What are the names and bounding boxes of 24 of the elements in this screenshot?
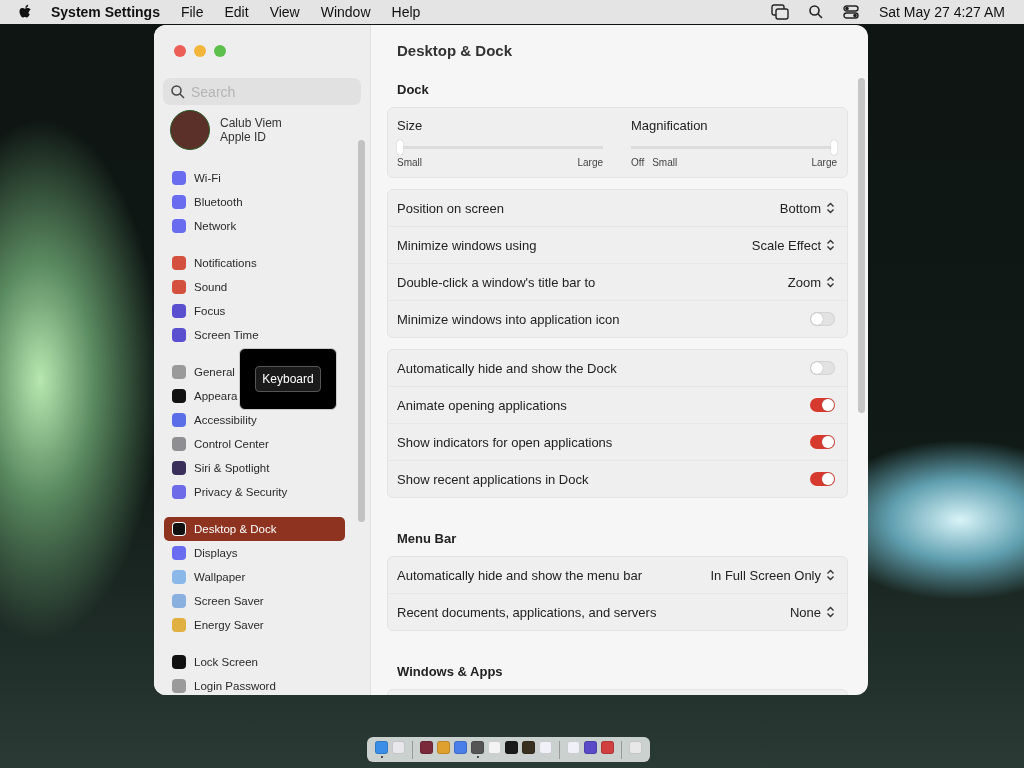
setting-label: Show indicators for open applications	[397, 434, 613, 450]
setting-label: Automatically hide and show the menu bar	[397, 567, 642, 583]
tick-label: Small	[397, 157, 422, 168]
slider-label: Magnification	[631, 118, 709, 133]
section-heading: Menu Bar	[396, 530, 458, 548]
setting-label: Position on screen	[397, 200, 504, 216]
tick-label: Large	[577, 157, 603, 168]
tick-label: Large	[811, 157, 837, 168]
account-name: Calub Viem	[220, 116, 282, 130]
section-heading: Windows & Apps	[396, 663, 504, 681]
setting-label: Recent documents, applications, and servers	[397, 604, 657, 620]
tick-label: Off	[631, 157, 645, 168]
window-title: Desktop & Dock	[396, 41, 514, 59]
slider-label: Size	[397, 118, 424, 133]
setting-label: Minimize windows using	[397, 237, 537, 253]
setting-label: Double-click a window's title bar to	[397, 274, 596, 290]
tooltip-text: Keyboard	[255, 366, 321, 392]
setting-label: Minimize windows into application icon	[397, 311, 620, 327]
account-subtitle: Apple ID	[220, 130, 268, 144]
setting-label: Automatically hide and show the Dock	[397, 360, 617, 376]
setting-label: Animate opening applications	[397, 397, 567, 413]
section-heading: Dock	[396, 81, 430, 99]
tick-label: Small	[652, 157, 678, 168]
setting-label: Show recent applications in Dock	[397, 471, 589, 487]
